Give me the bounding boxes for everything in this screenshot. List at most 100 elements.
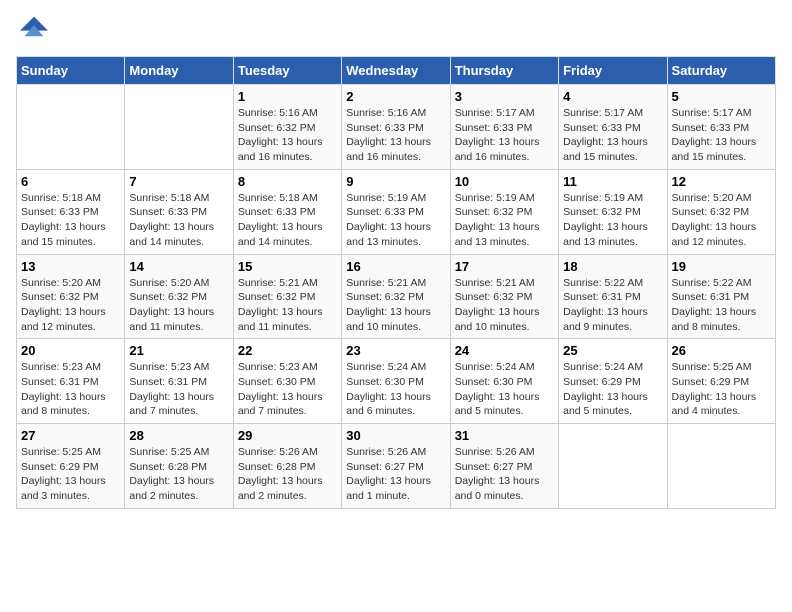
day-number: 29 (238, 428, 337, 443)
weekday-header-saturday: Saturday (667, 57, 775, 85)
day-detail: Sunrise: 5:19 AMSunset: 6:33 PMDaylight:… (346, 191, 445, 250)
logo (16, 16, 48, 44)
day-number: 27 (21, 428, 120, 443)
day-detail: Sunrise: 5:17 AMSunset: 6:33 PMDaylight:… (563, 106, 662, 165)
calendar-cell: 19 Sunrise: 5:22 AMSunset: 6:31 PMDayligh… (667, 254, 775, 339)
day-detail: Sunrise: 5:17 AMSunset: 6:33 PMDaylight:… (672, 106, 771, 165)
calendar-cell: 4 Sunrise: 5:17 AMSunset: 6:33 PMDaylight… (559, 85, 667, 170)
page-header (16, 16, 776, 44)
day-detail: Sunrise: 5:21 AMSunset: 6:32 PMDaylight:… (238, 276, 337, 335)
day-detail: Sunrise: 5:21 AMSunset: 6:32 PMDaylight:… (455, 276, 554, 335)
calendar-cell: 21Sunrise: 5:23 AMSunset: 6:31 PMDayligh… (125, 339, 233, 424)
day-detail: Sunrise: 5:24 AMSunset: 6:30 PMDaylight:… (346, 360, 445, 419)
calendar-cell: 27 Sunrise: 5:25 AMSunset: 6:29 PMDayligh… (17, 424, 125, 509)
day-number: 1 (238, 89, 337, 104)
calendar-cell: 1 Sunrise: 5:16 AMSunset: 6:32 PMDaylight… (233, 85, 341, 170)
day-number: 31 (455, 428, 554, 443)
calendar-cell (667, 424, 775, 509)
calendar-cell: 15 Sunrise: 5:21 AMSunset: 6:32 PMDayligh… (233, 254, 341, 339)
calendar-cell: 16 Sunrise: 5:21 AMSunset: 6:32 PMDayligh… (342, 254, 450, 339)
logo-icon (20, 12, 48, 40)
day-detail: Sunrise: 5:20 AMSunset: 6:32 PMDaylight:… (129, 276, 228, 335)
calendar-cell: 3 Sunrise: 5:17 AMSunset: 6:33 PMDaylight… (450, 85, 558, 170)
weekday-header-wednesday: Wednesday (342, 57, 450, 85)
day-number: 20 (21, 343, 120, 358)
day-number: 15 (238, 259, 337, 274)
calendar-cell: 29 Sunrise: 5:26 AMSunset: 6:28 PMDayligh… (233, 424, 341, 509)
day-detail: Sunrise: 5:16 AMSunset: 6:32 PMDaylight:… (238, 106, 337, 165)
weekday-header-thursday: Thursday (450, 57, 558, 85)
calendar-cell: 13 Sunrise: 5:20 AMSunset: 6:32 PMDayligh… (17, 254, 125, 339)
day-detail: Sunrise: 5:18 AMSunset: 6:33 PMDaylight:… (238, 191, 337, 250)
day-number: 14 (129, 259, 228, 274)
calendar-cell: 10 Sunrise: 5:19 AMSunset: 6:32 PMDayligh… (450, 169, 558, 254)
day-detail: Sunrise: 5:18 AMSunset: 6:33 PMDaylight:… (129, 191, 228, 250)
weekday-header-tuesday: Tuesday (233, 57, 341, 85)
calendar-cell: 22Sunrise: 5:23 AMSunset: 6:30 PMDayligh… (233, 339, 341, 424)
calendar-cell: 18Sunrise: 5:22 AMSunset: 6:31 PMDayligh… (559, 254, 667, 339)
calendar-table: SundayMondayTuesdayWednesdayThursdayFrid… (16, 56, 776, 509)
calendar-cell: 28 Sunrise: 5:25 AMSunset: 6:28 PMDayligh… (125, 424, 233, 509)
calendar-cell: 8 Sunrise: 5:18 AMSunset: 6:33 PMDaylight… (233, 169, 341, 254)
day-number: 13 (21, 259, 120, 274)
calendar-cell: 26 Sunrise: 5:25 AMSunset: 6:29 PMDayligh… (667, 339, 775, 424)
calendar-cell: 24 Sunrise: 5:24 AMSunset: 6:30 PMDayligh… (450, 339, 558, 424)
calendar-cell: 14 Sunrise: 5:20 AMSunset: 6:32 PMDayligh… (125, 254, 233, 339)
calendar-cell: 17 Sunrise: 5:21 AMSunset: 6:32 PMDayligh… (450, 254, 558, 339)
calendar-cell: 25Sunrise: 5:24 AMSunset: 6:29 PMDayligh… (559, 339, 667, 424)
day-number: 19 (672, 259, 771, 274)
calendar-cell: 9 Sunrise: 5:19 AMSunset: 6:33 PMDaylight… (342, 169, 450, 254)
day-detail: Sunrise: 5:25 AMSunset: 6:29 PMDaylight:… (21, 445, 120, 504)
calendar-cell: 6 Sunrise: 5:18 AMSunset: 6:33 PMDaylight… (17, 169, 125, 254)
day-detail: Sunrise: 5:26 AMSunset: 6:28 PMDaylight:… (238, 445, 337, 504)
calendar-cell: 20 Sunrise: 5:23 AMSunset: 6:31 PMDayligh… (17, 339, 125, 424)
day-number: 8 (238, 174, 337, 189)
calendar-cell: 12 Sunrise: 5:20 AMSunset: 6:32 PMDayligh… (667, 169, 775, 254)
day-number: 3 (455, 89, 554, 104)
day-detail: Sunrise: 5:17 AMSunset: 6:33 PMDaylight:… (455, 106, 554, 165)
day-number: 28 (129, 428, 228, 443)
day-detail: Sunrise: 5:18 AMSunset: 6:33 PMDaylight:… (21, 191, 120, 250)
calendar-cell: 11Sunrise: 5:19 AMSunset: 6:32 PMDayligh… (559, 169, 667, 254)
day-number: 17 (455, 259, 554, 274)
weekday-header-sunday: Sunday (17, 57, 125, 85)
day-detail: Sunrise: 5:19 AMSunset: 6:32 PMDaylight:… (455, 191, 554, 250)
calendar-cell: 31 Sunrise: 5:26 AMSunset: 6:27 PMDayligh… (450, 424, 558, 509)
day-detail: Sunrise: 5:16 AMSunset: 6:33 PMDaylight:… (346, 106, 445, 165)
day-number: 11 (563, 174, 662, 189)
day-number: 26 (672, 343, 771, 358)
day-number: 21 (129, 343, 228, 358)
day-number: 30 (346, 428, 445, 443)
day-number: 9 (346, 174, 445, 189)
day-detail: Sunrise: 5:25 AMSunset: 6:28 PMDaylight:… (129, 445, 228, 504)
day-number: 4 (563, 89, 662, 104)
day-number: 16 (346, 259, 445, 274)
day-detail: Sunrise: 5:22 AMSunset: 6:31 PMDaylight:… (563, 276, 662, 335)
calendar-cell: 5 Sunrise: 5:17 AMSunset: 6:33 PMDaylight… (667, 85, 775, 170)
day-detail: Sunrise: 5:20 AMSunset: 6:32 PMDaylight:… (672, 191, 771, 250)
day-number: 6 (21, 174, 120, 189)
day-number: 24 (455, 343, 554, 358)
calendar-cell: 30 Sunrise: 5:26 AMSunset: 6:27 PMDayligh… (342, 424, 450, 509)
calendar-cell (125, 85, 233, 170)
day-number: 7 (129, 174, 228, 189)
calendar-header: SundayMondayTuesdayWednesdayThursdayFrid… (17, 57, 776, 85)
day-detail: Sunrise: 5:22 AMSunset: 6:31 PMDaylight:… (672, 276, 771, 335)
day-number: 2 (346, 89, 445, 104)
day-detail: Sunrise: 5:23 AMSunset: 6:31 PMDaylight:… (21, 360, 120, 419)
day-number: 10 (455, 174, 554, 189)
weekday-header-friday: Friday (559, 57, 667, 85)
day-number: 22 (238, 343, 337, 358)
weekday-header-monday: Monday (125, 57, 233, 85)
day-detail: Sunrise: 5:21 AMSunset: 6:32 PMDaylight:… (346, 276, 445, 335)
day-detail: Sunrise: 5:24 AMSunset: 6:30 PMDaylight:… (455, 360, 554, 419)
day-detail: Sunrise: 5:26 AMSunset: 6:27 PMDaylight:… (455, 445, 554, 504)
day-number: 5 (672, 89, 771, 104)
calendar-cell: 23Sunrise: 5:24 AMSunset: 6:30 PMDayligh… (342, 339, 450, 424)
day-number: 12 (672, 174, 771, 189)
calendar-cell (559, 424, 667, 509)
calendar-cell (17, 85, 125, 170)
day-detail: Sunrise: 5:25 AMSunset: 6:29 PMDaylight:… (672, 360, 771, 419)
day-detail: Sunrise: 5:26 AMSunset: 6:27 PMDaylight:… (346, 445, 445, 504)
day-detail: Sunrise: 5:20 AMSunset: 6:32 PMDaylight:… (21, 276, 120, 335)
